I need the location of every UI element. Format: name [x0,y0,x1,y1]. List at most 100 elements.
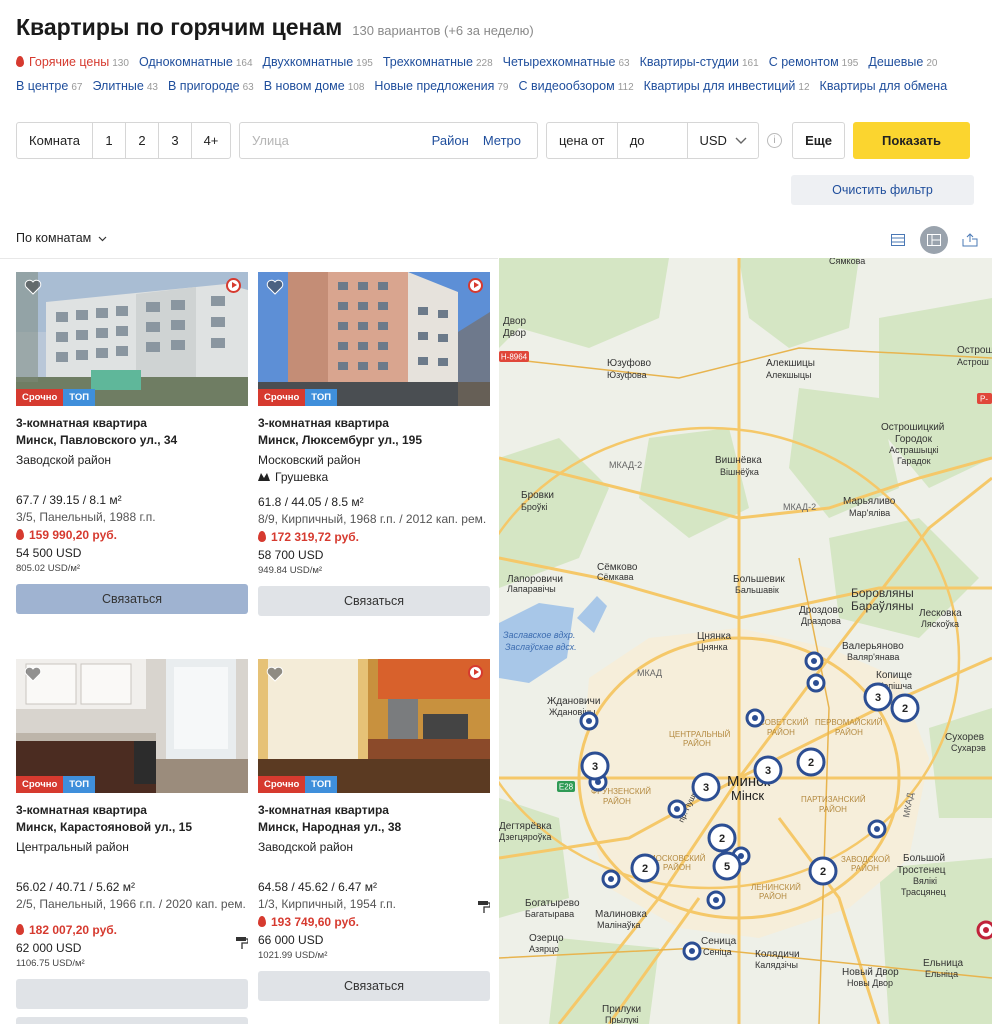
svg-text:РАЙОН: РАЙОН [835,728,863,737]
category-link[interactable]: В центре 67 [16,75,82,99]
svg-text:Малінаўка: Малінаўка [597,920,640,930]
room-option-4plus[interactable]: 4+ [192,123,230,158]
svg-text:Большой: Большой [903,853,945,864]
price-from-input[interactable]: цена от [547,123,618,158]
category-link[interactable]: В пригороде 63 [168,75,254,99]
svg-text:Юзуфово: Юзуфово [607,357,651,369]
show-button[interactable]: Показать [853,122,970,159]
category-link[interactable]: Квартиры-студии 161 [640,51,759,75]
info-icon[interactable]: i [767,133,782,148]
video-icon[interactable] [468,278,483,293]
currency-select[interactable]: USD [688,123,758,158]
category-link[interactable]: Дешевые 20 [868,51,937,75]
price-to-input[interactable]: до [618,123,689,158]
category-link[interactable]: Квартиры для обмена [820,75,948,98]
svg-text:Ельніца: Ельніца [925,969,958,979]
location-pin-icon[interactable] [976,920,992,940]
category-link[interactable]: Трехкомнатные 228 [383,51,493,75]
category-link[interactable]: Квартиры для инвестиций 12 [644,75,810,99]
category-link[interactable]: Четырехкомнатные 63 [503,51,630,75]
map-list-view-icon[interactable] [920,226,948,254]
listing-title[interactable]: 3-комнатная квартира Минск, Люксембург ул… [258,415,490,449]
listing-photo[interactable]: Срочно ТОП [16,272,248,406]
listing-photo[interactable]: Срочно ТОП [258,659,490,793]
listing-card[interactable]: Срочно ТОП 3-комнатная квартира Минск, Ка… [16,659,248,1009]
map-marker[interactable] [579,711,599,731]
category-link-hot[interactable]: Горячие цены 130 [16,51,129,75]
room-label[interactable]: Комната [17,123,93,158]
svg-text:Калядзічы: Калядзічы [755,960,798,970]
map-marker[interactable] [745,708,765,728]
listing-card[interactable]: Срочно ТОП 3-комнатная квартира Минск, Па… [16,272,248,614]
clear-filter-button[interactable]: Очистить фильтр [791,175,974,205]
map-cluster[interactable]: 2 [808,856,838,886]
video-icon[interactable] [226,278,241,293]
map-cluster[interactable]: 2 [796,747,826,777]
list-view-icon[interactable] [884,226,912,254]
urgent-badge: Срочно [258,389,306,406]
listing-card[interactable]: Срочно ТОП 3-комнатная квартира Минск, Лю… [258,272,490,616]
map-cluster[interactable]: 3 [753,755,783,785]
map-view-icon[interactable] [956,226,984,254]
sort-dropdown[interactable]: По комнатам [16,231,107,245]
map[interactable]: Н-8964 Р- E28 Сямкова Двор Двор Юзуфово … [499,258,992,1024]
svg-text:Двор: Двор [503,316,527,327]
room-option-2[interactable]: 2 [126,123,159,158]
map-cluster[interactable]: 2 [707,823,737,853]
svg-text:Озерцо: Озерцо [529,933,564,944]
category-link[interactable]: С видеообзором 112 [518,75,633,99]
map-marker[interactable] [682,941,702,961]
map-cluster[interactable]: 5 [712,851,742,881]
svg-text:Марьяливо: Марьяливо [843,496,896,507]
contact-button-partial[interactable] [16,1017,248,1024]
svg-text:Бальшавік: Бальшавік [735,585,779,595]
listing-district: Центральный район [16,840,129,854]
listing-card[interactable]: Срочно ТОП 3-комнатная квартира Минск, На… [258,659,490,1001]
listing-district: Заводской район [16,453,112,467]
listing-photo[interactable]: Срочно ТОП [16,659,248,793]
flame-icon [258,916,266,927]
district-link[interactable]: Район [432,133,469,148]
map-canvas[interactable]: Н-8964 Р- E28 Сямкова Двор Двор Юзуфово … [499,258,992,1024]
contact-button[interactable]: Связаться [16,584,248,614]
room-option-3[interactable]: 3 [159,123,192,158]
listing-photo[interactable]: Срочно ТОП [258,272,490,406]
map-marker[interactable] [867,819,887,839]
map-cluster[interactable]: 2 [890,693,920,723]
map-cluster[interactable]: 3 [691,772,721,802]
category-link[interactable]: Элитные 43 [92,75,158,99]
video-icon[interactable] [468,665,483,680]
contact-button[interactable] [16,979,248,1009]
contact-button[interactable]: Связаться [258,971,490,1001]
svg-text:Валерьяново: Валерьяново [842,641,904,652]
map-marker[interactable] [667,799,687,819]
svg-text:2: 2 [820,866,826,878]
map-marker[interactable] [706,890,726,910]
listing-district: Московский район [258,453,361,467]
more-filters-button[interactable]: Еще [792,122,845,159]
category-link[interactable]: Новые предложения 79 [374,75,508,99]
map-marker[interactable] [806,673,826,693]
category-link[interactable]: Двухкомнатные 195 [263,51,373,75]
svg-text:ЛЕНИНСКИЙ: ЛЕНИНСКИЙ [751,883,801,892]
favorite-heart-icon[interactable] [24,279,42,295]
map-marker[interactable] [804,651,824,671]
category-link[interactable]: В новом доме 108 [264,75,365,99]
listing-title[interactable]: 3-комнатная квартира Минск, Карастояновой… [16,802,248,836]
map-cluster[interactable]: 2 [630,853,660,883]
room-option-1[interactable]: 1 [93,123,126,158]
favorite-heart-icon[interactable] [266,279,284,295]
map-cluster[interactable]: 3 [863,682,893,712]
svg-text:Городок: Городок [895,434,933,445]
contact-button[interactable]: Связаться [258,586,490,616]
map-marker[interactable] [601,869,621,889]
category-link[interactable]: Однокомнатные 164 [139,51,253,75]
category-link[interactable]: С ремонтом 195 [769,51,859,75]
listing-title[interactable]: 3-комнатная квартира Минск, Народная ул.,… [258,802,490,836]
listing-title[interactable]: 3-комнатная квартира Минск, Павловского у… [16,415,248,449]
street-input[interactable]: Улица [252,133,289,148]
map-cluster[interactable]: 3 [580,751,610,781]
favorite-heart-icon[interactable] [24,666,42,682]
metro-link[interactable]: Метро [483,133,521,148]
favorite-heart-icon[interactable] [266,666,284,682]
